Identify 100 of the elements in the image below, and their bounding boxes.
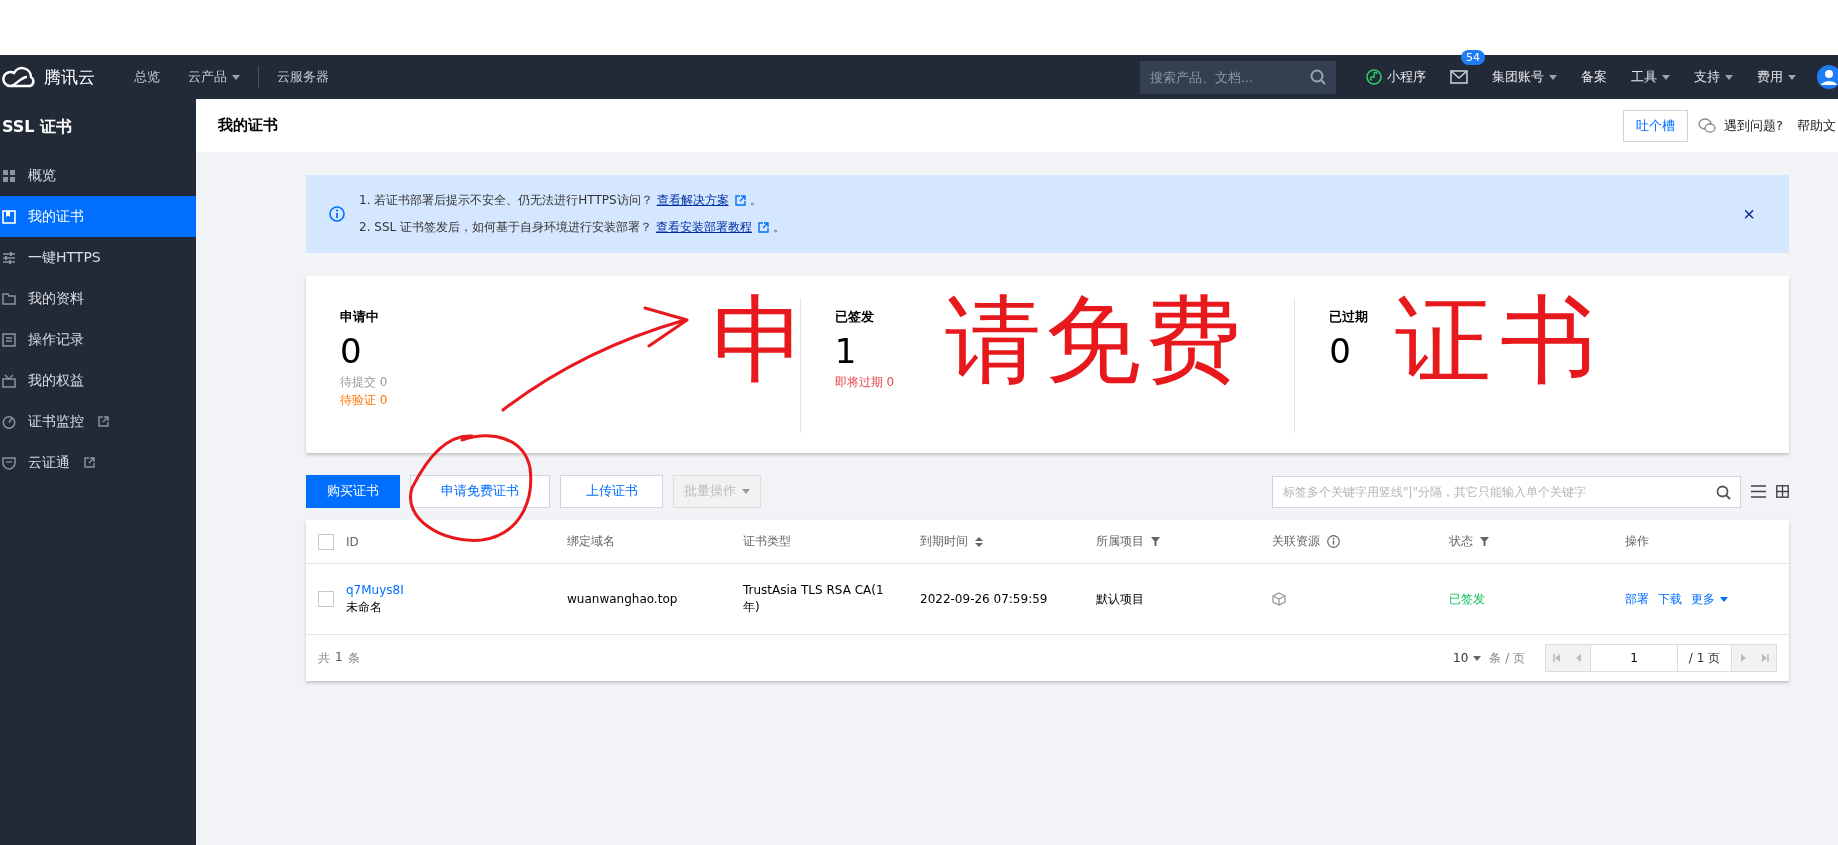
column-header: 状态 xyxy=(1449,533,1473,550)
search-field[interactable]: 搜索产品、文档... xyxy=(1140,60,1336,94)
caret-icon xyxy=(1788,74,1796,80)
sidebar-item[interactable]: 概览 xyxy=(0,155,196,196)
stat-detail: 待验证 0 xyxy=(340,392,389,409)
column-header: ID xyxy=(346,534,359,549)
notice-text: 1. 若证书部署后提示不安全、仍无法进行HTTPS访问？ xyxy=(359,192,653,209)
filter-icon[interactable] xyxy=(1480,537,1489,546)
column-header: 绑定域名 xyxy=(567,533,615,550)
search-field[interactable]: 标签多个关键字用竖线"|"分隔，其它只能输入单个关键字 xyxy=(1272,475,1741,508)
nav-link[interactable]: 云服务器 xyxy=(277,68,329,86)
column-header: 操作 xyxy=(1625,533,1649,550)
handwritten-character: 证 xyxy=(1395,292,1491,388)
status-text: 已签发 xyxy=(1449,590,1485,608)
button[interactable]: 购买证书 xyxy=(306,475,400,508)
close-button[interactable]: × xyxy=(1729,202,1769,226)
select-all-checkbox[interactable] xyxy=(318,533,334,550)
sidebar-item[interactable]: 我的证书 xyxy=(0,196,196,237)
certificate-id-link[interactable]: q7Muys8I xyxy=(346,582,404,599)
external-link-icon xyxy=(734,195,746,206)
page-title: 我的证书 xyxy=(218,116,278,135)
info-icon xyxy=(329,206,345,222)
cloud-logo-icon xyxy=(2,65,36,89)
external-link-icon xyxy=(758,222,769,233)
column-header: 所属项目 xyxy=(1096,533,1144,550)
stat-value: 0 xyxy=(1329,331,1352,371)
column-header: 到期时间 xyxy=(920,533,968,550)
total-label: 共 xyxy=(318,649,330,667)
page-number-field[interactable]: 1 xyxy=(1590,645,1678,671)
sort-icon[interactable] xyxy=(975,536,983,547)
nav-link[interactable]: 总览 xyxy=(134,68,160,86)
nav-link[interactable]: 云产品 xyxy=(188,68,240,86)
cert-icon xyxy=(2,209,16,224)
handwritten-character: 免 xyxy=(1045,292,1141,388)
grid-icon xyxy=(2,168,16,183)
folder-icon xyxy=(2,291,16,306)
avatar-icon[interactable] xyxy=(1816,64,1838,90)
punctuation-text: 。 xyxy=(749,192,762,209)
info-icon xyxy=(1327,535,1340,548)
sidebar-item[interactable]: 证书监控 xyxy=(0,401,196,442)
nav-menu[interactable]: 费用 xyxy=(1757,68,1796,86)
mini-program-link[interactable]: 小程序 xyxy=(1366,68,1426,86)
gauge-icon xyxy=(2,414,16,429)
notice-link[interactable]: 查看解决方案 xyxy=(656,192,729,209)
stat-title: 已签发 xyxy=(834,309,875,326)
search-icon xyxy=(1310,68,1326,85)
handwritten-character: 费 xyxy=(1145,292,1241,388)
nav-menu[interactable]: 工具 xyxy=(1631,68,1670,86)
caret-icon xyxy=(742,489,750,494)
search-icon[interactable] xyxy=(1716,484,1731,500)
notice-link[interactable]: 查看安装部署教程 xyxy=(656,219,752,236)
button[interactable]: 申请免费证书 xyxy=(410,475,550,508)
sidebar-title: SSL 证书 xyxy=(1,115,74,138)
nav-menu[interactable]: 支持 xyxy=(1694,68,1733,86)
shield-icon xyxy=(2,455,16,470)
handwritten-character: 申 xyxy=(712,292,808,388)
sidebar-item[interactable]: 一键HTTPS xyxy=(0,237,196,278)
stat-value: 0 xyxy=(340,331,363,371)
row-checkbox[interactable] xyxy=(318,591,334,607)
sidebar-item[interactable]: 我的权益 xyxy=(0,360,196,401)
sidebar-item[interactable]: 我的资料 xyxy=(0,278,196,319)
total-count: 1 xyxy=(335,649,343,666)
sidebar-item[interactable]: 操作记录 xyxy=(0,319,196,360)
docs-link[interactable]: 帮助文 xyxy=(1797,116,1836,135)
column-header: 关联资源 xyxy=(1272,533,1320,550)
page-total-label: / 1 页 xyxy=(1678,645,1732,671)
action-link[interactable]: 更多 xyxy=(1691,590,1728,608)
action-link[interactable]: 部署 xyxy=(1625,590,1649,608)
filter-icon[interactable] xyxy=(1151,537,1160,546)
grid-view-icon[interactable] xyxy=(1776,485,1789,498)
caret-icon xyxy=(1662,74,1670,80)
caret-icon xyxy=(232,74,240,80)
caret-icon xyxy=(1725,74,1733,80)
stat-title: 已过期 xyxy=(1329,309,1370,326)
button[interactable]: 上传证书 xyxy=(560,475,663,508)
action-link[interactable]: 下载 xyxy=(1658,590,1682,608)
nav-menu[interactable]: 集团账号 xyxy=(1492,68,1557,86)
next-page-icon xyxy=(1739,654,1747,662)
help-link[interactable]: 遇到问题? xyxy=(1698,116,1783,135)
mail-icon[interactable] xyxy=(1450,70,1468,84)
stat-title: 申请中 xyxy=(340,309,380,326)
chat-bubbles-icon xyxy=(1698,118,1717,133)
feedback-button[interactable]: 吐个槽 xyxy=(1623,109,1689,142)
caret-icon xyxy=(1720,596,1728,602)
notification-badge: 54 xyxy=(1461,50,1485,65)
stat-detail: 即将过期 0 xyxy=(834,374,896,391)
cube-icon xyxy=(1272,592,1286,606)
sliders-icon xyxy=(2,250,16,265)
nav-menu[interactable]: 备案 xyxy=(1581,68,1607,86)
column-header: 证书类型 xyxy=(743,533,791,550)
stat-detail: 待提交 0 xyxy=(340,374,389,391)
table-cell-text: wuanwanghao.top xyxy=(567,592,678,606)
list-icon xyxy=(2,332,16,347)
table-cell-text: 2022-09-26 07:59:59 xyxy=(920,592,1048,606)
page-size-select[interactable]: 10 xyxy=(1453,651,1482,665)
first-page-icon xyxy=(1553,654,1561,662)
previous-page-icon xyxy=(1575,654,1583,662)
list-view-icon[interactable] xyxy=(1751,485,1766,498)
sidebar-item[interactable]: 云证通 xyxy=(0,442,196,483)
logo-text[interactable]: 腾讯云 xyxy=(44,65,95,89)
